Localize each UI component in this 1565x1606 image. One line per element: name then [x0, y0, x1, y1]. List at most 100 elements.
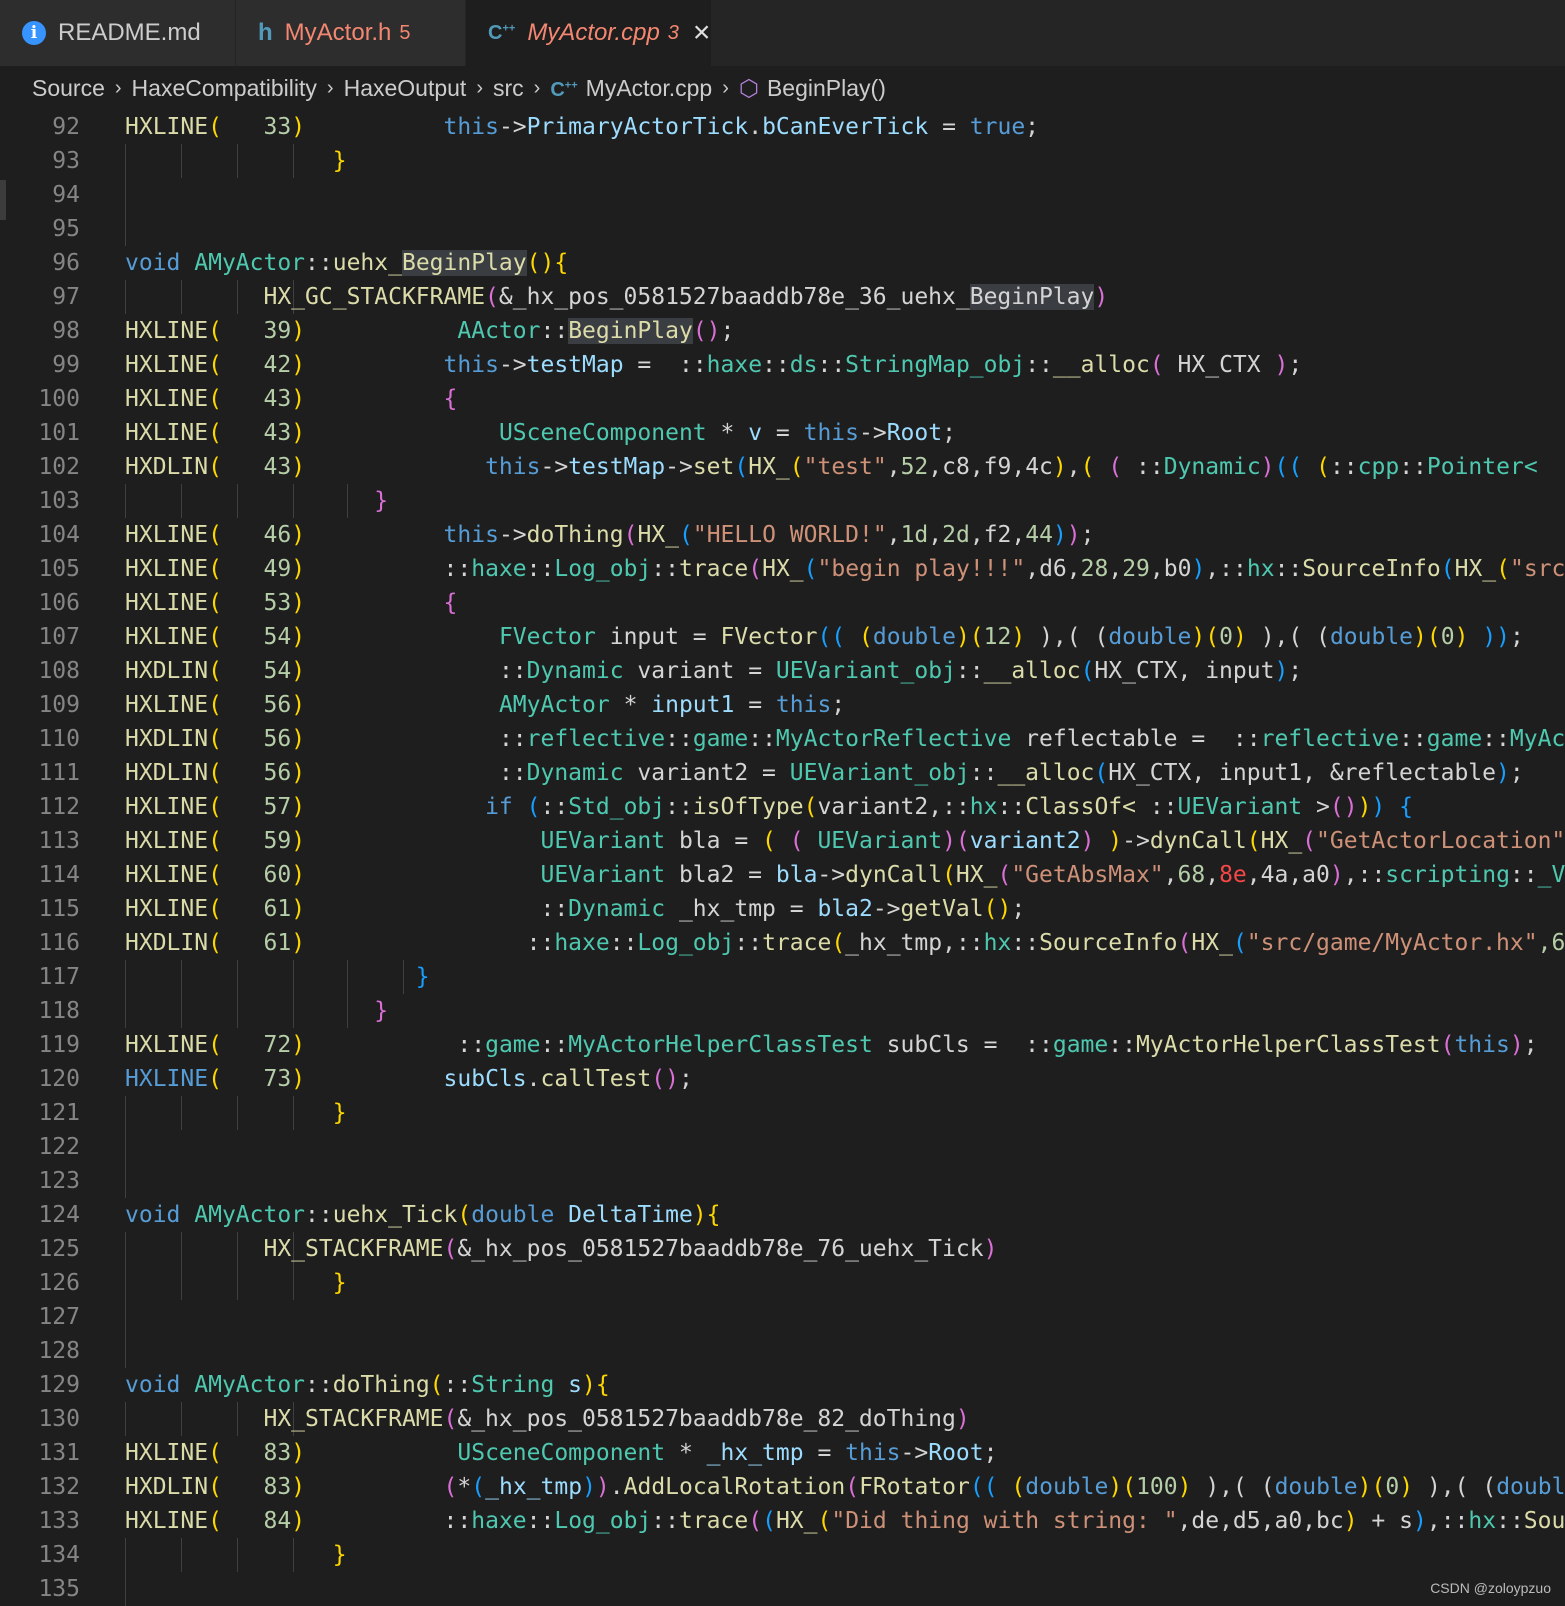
code-text: HXLINE( 61) ::Dynamic _hx_tmp = bla2->ge…: [125, 892, 1025, 926]
code-text: HXDLIN( 56) ::Dynamic variant2 = UEVaria…: [125, 756, 1524, 790]
breadcrumb: Source › HaxeCompatibility › HaxeOutput › src ›…: [0, 66, 1565, 110]
code-token: Root: [928, 1440, 984, 1466]
code-token: (: [208, 794, 222, 820]
code-token: 0: [1219, 624, 1233, 650]
code-token: ): [1274, 658, 1289, 684]
code-token: game: [1052, 1032, 1109, 1058]
code-text: HXLINE( 42) this->testMap = ::haxe::ds::…: [125, 348, 1302, 382]
code-editor[interactable]: 92 HXLINE( 33) this->PrimaryActorTick.bCa…: [0, 110, 1565, 1606]
code-token: hx: [1468, 1508, 1497, 1534]
breadcrumb-item[interactable]: src: [493, 75, 524, 102]
tab-readme[interactable]: i README.md: [0, 0, 236, 66]
code-token: USceneComponent: [498, 420, 707, 446]
chevron-right-icon: ›: [114, 76, 122, 99]
breadcrumb-item[interactable]: C++ MyActor.cpp: [550, 75, 712, 102]
code-token: ::: [1440, 1508, 1469, 1534]
code-token: (: [208, 692, 222, 718]
cpp-file-icon: C++: [488, 21, 516, 44]
code-token: getVal: [900, 896, 984, 922]
line-number: 110: [38, 726, 80, 752]
code-token: double: [1025, 1474, 1109, 1500]
code-token: {: [1385, 794, 1413, 820]
code-token: (: [1094, 454, 1137, 480]
breadcrumb-item[interactable]: HaxeCompatibility: [132, 75, 317, 102]
code-token: ): [1329, 862, 1344, 888]
code-text: }: [125, 960, 430, 994]
code-token: Std_obj: [568, 794, 666, 820]
code-token: (: [817, 1508, 832, 1534]
breadcrumb-item[interactable]: HaxeOutput: [344, 75, 467, 102]
code-token: ;: [1523, 1032, 1538, 1058]
breadcrumb-item[interactable]: ⬡ BeginPlay(): [739, 75, 886, 102]
code-token: hx: [969, 794, 998, 820]
code-token: }: [374, 998, 389, 1024]
code-token: (: [1496, 556, 1511, 582]
code-token: (: [1122, 1474, 1137, 1500]
code-token: (: [208, 556, 222, 582]
code-token: *: [457, 1474, 472, 1500]
code-line: 130 HX_STACKFRAME(&_hx_pos_0581527baaddb…: [0, 1402, 1565, 1436]
code-token: (: [208, 1440, 222, 1466]
code-token: (: [997, 862, 1012, 888]
code-token: Log_obj: [554, 1508, 652, 1534]
code-token: &_hx_pos_0581527baaddb78e_36_uehx_: [498, 284, 970, 310]
code-token: (: [485, 284, 499, 310]
line-number: 103: [38, 488, 80, 514]
code-token: ): [1191, 624, 1206, 650]
breadcrumb-label: Source: [32, 74, 105, 101]
code-token: dynCall: [845, 862, 943, 888]
code-text: }: [125, 1266, 347, 1300]
code-token: testMap: [526, 352, 624, 378]
code-line: 131 HXLINE( 83) USceneComponent * _hx_tmp…: [0, 1436, 1565, 1470]
code-token: Log_obj: [554, 556, 652, 582]
code-token: AMyActor: [194, 250, 306, 276]
code-token: (: [1205, 624, 1220, 650]
code-token: *: [706, 420, 749, 446]
code-token: ): [291, 1508, 306, 1534]
code-token: ::: [1496, 1508, 1524, 1534]
code-token: HX_: [762, 556, 804, 582]
code-token: HX_CTX, input1, &reflectable: [1108, 760, 1496, 786]
close-icon[interactable]: ×: [693, 18, 711, 48]
code-token: 12: [983, 624, 1012, 650]
code-token: cpp: [1357, 454, 1400, 480]
line-number: 104: [38, 522, 80, 548]
code-token: variant2: [969, 828, 1081, 854]
code-token: testMap: [568, 454, 666, 480]
code-token: this: [485, 454, 541, 480]
code-token: HX_: [1260, 828, 1303, 854]
code-token: ::: [498, 658, 527, 684]
code-token: void: [125, 250, 181, 276]
code-token: bla =: [665, 828, 763, 854]
line-number: 125: [38, 1236, 80, 1262]
code-token: bla2: [817, 896, 873, 922]
code-text: }: [125, 994, 388, 1028]
code-token: + s: [1357, 1508, 1413, 1534]
code-token: ,: [1163, 862, 1178, 888]
code-token: ): [291, 420, 306, 446]
chevron-right-icon: ›: [326, 76, 334, 99]
code-token: haxe: [471, 556, 527, 582]
code-line: 114 HXLINE( 60) UEVariant bla2 = bla->dyn…: [0, 858, 1565, 892]
breadcrumb-item[interactable]: Source: [32, 75, 105, 102]
code-token: ,67: [1537, 930, 1565, 956]
code-token: MyActorHelperClassTest: [568, 1032, 873, 1058]
code-token: ;: [1080, 522, 1095, 548]
code-token: 0: [1440, 624, 1455, 650]
tab-myactor-cpp[interactable]: C++ MyActor.cpp 3 ×: [466, 0, 712, 66]
code-token: BeginPlay: [568, 318, 693, 344]
code-token: 68: [1177, 862, 1206, 888]
code-token: ,: [1066, 454, 1081, 480]
code-token: 72: [221, 1032, 292, 1058]
code-token: =: [803, 1440, 846, 1466]
tab-myactor-h[interactable]: h MyActor.h 5: [236, 0, 466, 66]
code-token: ): [1094, 828, 1123, 854]
code-token: ): [291, 828, 306, 854]
indent-guide: [125, 178, 126, 212]
line-number: 117: [38, 964, 80, 990]
